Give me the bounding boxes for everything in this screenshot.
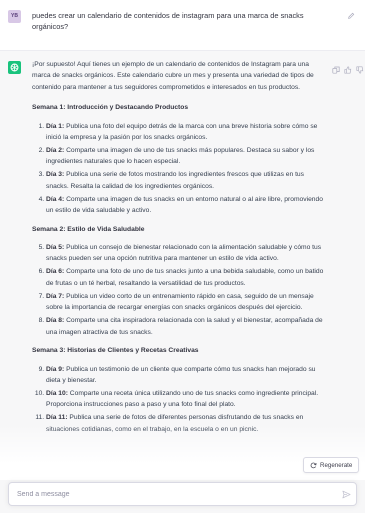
regenerate-button[interactable]: Regenerate [303,457,359,473]
list-item: Día 10: Comparte una receta única utiliz… [46,388,328,411]
week-list: Día 1: Publica una foto del equipo detrá… [32,121,328,217]
assistant-avatar [8,61,21,74]
message-input[interactable] [17,488,327,500]
list-item: Día 8: Comparte una cita inspiradora rel… [46,315,328,338]
message-input-bar [8,482,357,506]
refresh-icon [310,462,317,468]
user-message-text: puedes crear un calendario de contenidos… [32,11,304,31]
list-item: Día 2: Comparte una imagen de uno de tus… [46,145,328,168]
week-heading: Semana 3: Historias de Clientes y Receta… [32,347,199,355]
list-item: Día 4: Comparte una imagen de tus snacks… [46,194,328,217]
list-item: Día 5: Publica un consejo de bienestar r… [46,242,328,265]
week-heading: Semana 1: Introducción y Destacando Prod… [32,104,189,112]
week-list: Día 5: Publica un consejo de bienestar r… [32,242,328,338]
openai-logo-icon [10,63,19,72]
assistant-message-text: ¡Por supuesto! Aquí tienes un ejemplo de… [32,59,328,442]
thumbs-up-icon[interactable] [344,61,352,74]
edit-icon[interactable] [347,12,355,20]
regenerate-label: Regenerate [320,461,353,469]
week-heading: Semana 2: Estilo de Vida Saludable [32,225,145,233]
list-item: Día 6: Comparte una foto de uno de tus s… [46,266,328,289]
user-avatar: YB [8,10,21,23]
thumbs-down-icon[interactable] [356,61,364,74]
user-message-row: YB puedes crear un calendario de conteni… [0,0,365,50]
list-item: Día 1: Publica una foto del equipo detrá… [46,121,328,144]
copy-icon[interactable] [332,61,340,74]
list-item: Día 7: Publica un video corto de un entr… [46,291,328,314]
assistant-intro: ¡Por supuesto! Aquí tienes un ejemplo de… [32,61,314,91]
list-item: Día 3: Publica una serie de fotos mostra… [46,169,328,192]
list-item: Día 9: Publica un testimonio de un clien… [46,364,328,387]
send-icon[interactable] [342,490,351,499]
